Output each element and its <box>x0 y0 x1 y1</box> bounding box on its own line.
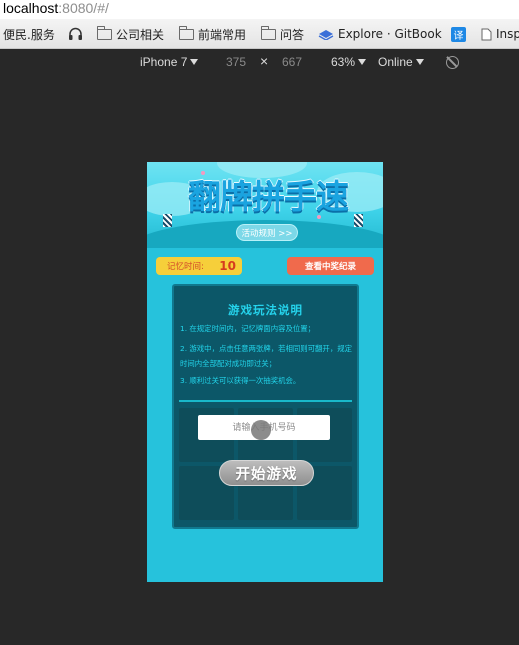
cloud-decoration <box>217 162 307 178</box>
width-field[interactable]: 375 <box>226 54 246 70</box>
bookmark-company[interactable]: 公司相关 <box>97 19 165 48</box>
checkered-flag-icon <box>163 214 172 227</box>
touch-cursor <box>251 420 271 440</box>
folder-icon <box>97 25 112 40</box>
instruction-item: 3. 顺利过关可以获得一次抽奖机会。 <box>180 376 301 385</box>
memory-time-value: 10 <box>219 259 236 273</box>
dropdown-arrow-icon <box>415 59 424 65</box>
instructions-divider <box>179 400 352 402</box>
instruction-item: 2. 游戏中，点击任意两张牌，若相同则可翻开，规定时间内全部配对成功即过关； <box>180 344 352 368</box>
phone-viewport: 翻牌拼手速 活动规则 >> 记忆时间: 10 查看中奖纪录 游戏玩法说明 1. … <box>147 162 383 582</box>
device-name: iPhone 7 <box>140 55 188 69</box>
address-path: :8080/#/ <box>58 0 109 16</box>
bookmark-translate[interactable]: 译 <box>451 19 466 48</box>
bookmark-label: 便民.服务 <box>3 27 55 42</box>
device-toolbar: iPhone 7 375 × 667 63% Online <box>0 50 519 74</box>
zoom-select[interactable]: 63% <box>331 54 367 70</box>
address-host: localhost <box>3 0 59 16</box>
game-banner: 翻牌拼手速 活动规则 >> <box>147 162 383 248</box>
bookmark-label: 问答 <box>280 27 305 42</box>
bookmark-headphones[interactable] <box>68 19 83 48</box>
translate-icon: 译 <box>451 26 466 42</box>
bookmark-bianmin[interactable]: 便民.服务 <box>3 19 55 48</box>
bookmark-qa[interactable]: 问答 <box>261 19 305 48</box>
bookmark-frontend[interactable]: 前端常用 <box>179 19 247 48</box>
network-select[interactable]: Online <box>378 54 424 70</box>
instructions-title: 游戏玩法说明 <box>228 303 303 317</box>
folder-icon <box>261 25 276 40</box>
times-icon: × <box>260 53 269 69</box>
bookmark-label: Insp <box>496 27 519 41</box>
rotate-icon <box>446 56 459 69</box>
sparkle-decoration <box>201 171 205 175</box>
rules-button[interactable]: 活动规则 >> <box>236 224 298 241</box>
network-value: Online <box>378 55 413 69</box>
view-records-button[interactable]: 查看中奖纪录 <box>287 257 374 275</box>
start-game-button[interactable]: 开始游戏 <box>219 460 314 486</box>
dropdown-arrow-icon <box>358 59 367 65</box>
page-icon <box>481 28 492 40</box>
rotate-button[interactable] <box>446 54 459 69</box>
address-bar[interactable]: localhost:8080/#/ <box>0 0 519 19</box>
folder-icon <box>179 25 194 40</box>
device-select[interactable]: iPhone 7 <box>140 54 199 70</box>
memory-time-label: 记忆时间: <box>167 262 204 272</box>
bookmark-insp[interactable]: Insp <box>481 19 519 48</box>
memory-time-badge: 记忆时间: 10 <box>156 257 242 275</box>
headphones-icon <box>69 27 82 40</box>
instruction-item: 1. 在规定时间内，记忆牌面内容及位置； <box>180 324 316 333</box>
bookmark-label: 前端常用 <box>198 27 247 42</box>
game-board: 游戏玩法说明 1. 在规定时间内，记忆牌面内容及位置； 2. 游戏中，点击任意两… <box>172 284 359 529</box>
dropdown-arrow-icon <box>190 59 199 65</box>
bookmark-gitbook[interactable]: Explore · GitBook <box>318 19 442 48</box>
bookmark-label: Explore · GitBook <box>338 27 442 41</box>
bookmarks-bar: 便民.服务 公司相关 前端常用 问答 Explore · GitBook 译 I… <box>0 19 519 49</box>
bookmark-label: 公司相关 <box>116 27 165 42</box>
game-title: 翻牌拼手速 <box>188 177 349 216</box>
zoom-value: 63% <box>331 55 356 69</box>
gitbook-icon <box>318 30 334 40</box>
height-field[interactable]: 667 <box>282 54 302 70</box>
